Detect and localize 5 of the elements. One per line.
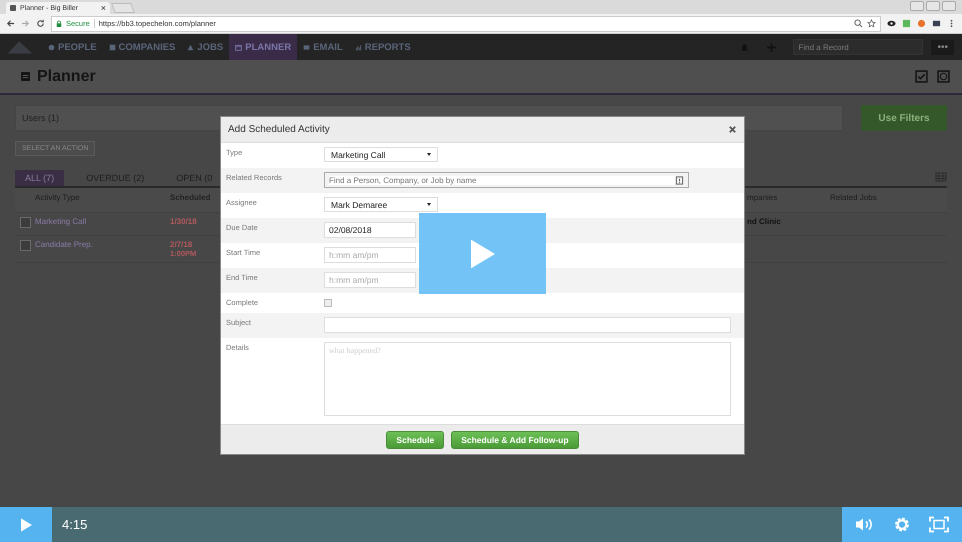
- table-cell-text: 2/7/18: [170, 240, 194, 249]
- dialog-title: Add Scheduled Activity: [228, 124, 330, 135]
- table-cell-text: 1/30/18: [170, 217, 198, 226]
- time-display: 4:15: [62, 517, 88, 532]
- page-title: Planner: [37, 68, 96, 86]
